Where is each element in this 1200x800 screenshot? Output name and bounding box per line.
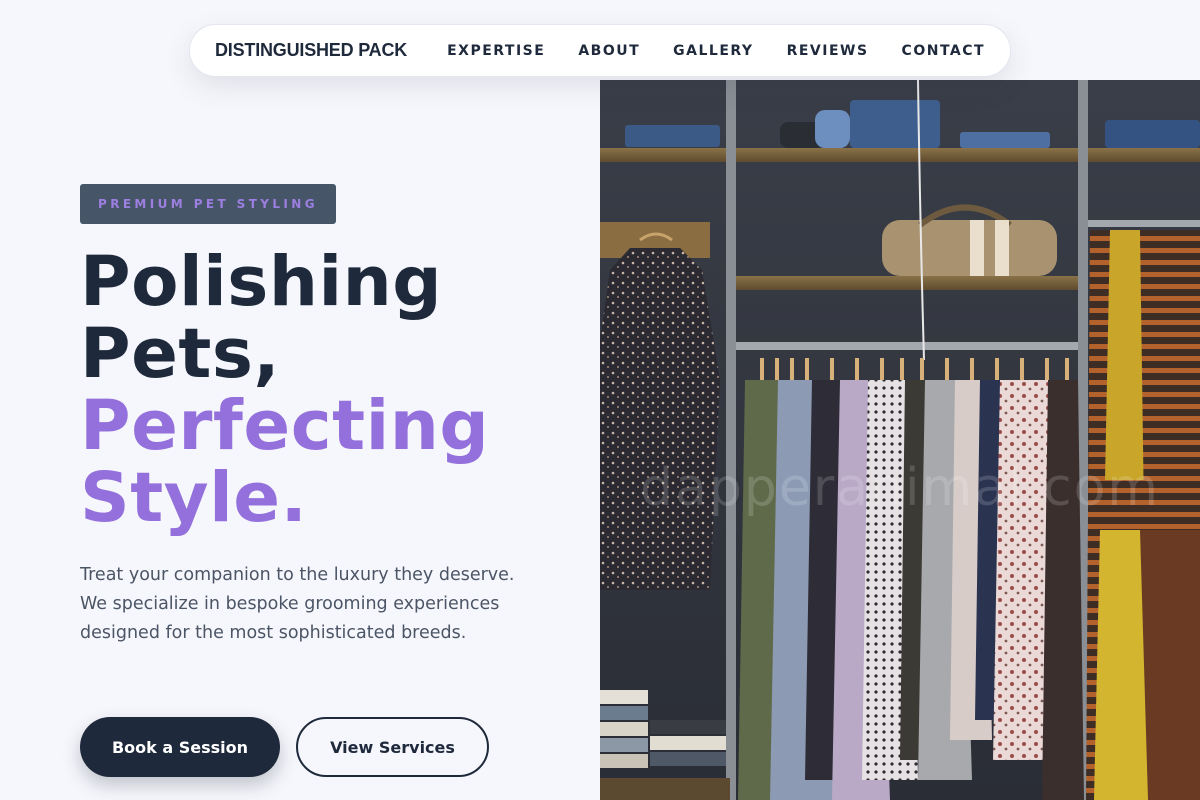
nav-link-expertise[interactable]: EXPERTISE xyxy=(447,43,545,59)
brand-logo[interactable]: DISTINGUISHED PACK xyxy=(215,40,407,61)
hero-image: dapperanimal.com xyxy=(600,80,1200,800)
top-nav: DISTINGUISHED PACK EXPERTISE ABOUT GALLE… xyxy=(189,24,1011,77)
nav-link-contact[interactable]: CONTACT xyxy=(902,43,986,59)
headline-accent-line-2: Style. xyxy=(80,458,308,538)
hero-description: Treat your companion to the luxury they … xyxy=(80,565,515,643)
view-services-button[interactable]: View Services xyxy=(296,717,489,777)
book-session-button[interactable]: Book a Session xyxy=(80,717,280,777)
headline-accent-line-1: Perfecting xyxy=(80,386,490,466)
hero-headline: Polishing Pets, Perfecting Style. xyxy=(80,246,489,534)
clothing-rack-photo xyxy=(600,80,1200,800)
nav-link-gallery[interactable]: GALLERY xyxy=(673,43,753,59)
hero-badge: PREMIUM PET STYLING xyxy=(80,184,336,224)
headline-line-1: Polishing xyxy=(80,242,443,322)
image-watermark: dapperanimal.com xyxy=(639,458,1161,518)
nav-link-reviews[interactable]: REVIEWS xyxy=(787,43,869,59)
nav-link-about[interactable]: ABOUT xyxy=(578,43,640,59)
headline-line-2: Pets, xyxy=(80,314,281,394)
